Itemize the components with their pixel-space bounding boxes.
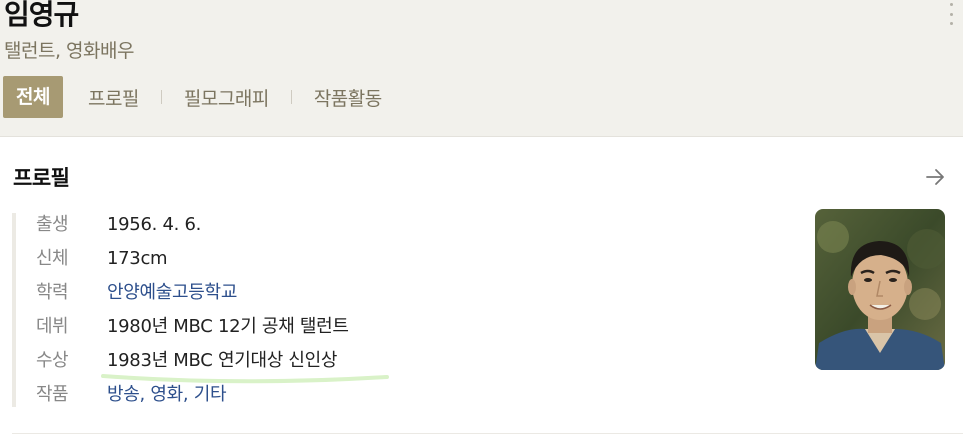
info-value: 1956. 4. 6.: [107, 214, 202, 235]
more-options-icon[interactable]: [944, 2, 958, 26]
person-name: 임영규: [4, 0, 79, 31]
info-key: 작품: [36, 384, 69, 405]
tab-bar: 전체 프로필 필모그래피 작품활동: [3, 76, 382, 118]
info-key: 데뷔: [36, 316, 69, 337]
tab-divider: [290, 90, 292, 104]
info-side-bar: [12, 213, 16, 407]
tab-works[interactable]: 작품활동: [314, 84, 382, 111]
person-header: 임영규 탤런트, 영화배우 전체 프로필 필모그래피 작품활동: [0, 0, 963, 137]
education-link[interactable]: 안양예술고등학교: [107, 276, 237, 310]
info-value: 173cm: [107, 248, 168, 269]
tab-all[interactable]: 전체: [3, 76, 63, 118]
info-key: 출생: [36, 214, 69, 235]
section-divider: [12, 433, 963, 434]
info-key: 수상: [36, 350, 69, 371]
tab-profile[interactable]: 프로필: [88, 84, 139, 111]
info-value: 1983년 MBC 연기대상 신인상: [107, 350, 338, 371]
info-value: 1980년 MBC 12기 공채 탤런트: [107, 316, 349, 337]
arrow-right-icon[interactable]: [924, 166, 946, 188]
profile-section-title[interactable]: 프로필: [13, 164, 70, 192]
works-links[interactable]: 방송, 영화, 기타: [107, 378, 227, 412]
tab-divider: [160, 90, 162, 104]
person-occupation: 탤런트, 영화배우: [4, 40, 134, 62]
info-key: 신체: [36, 248, 69, 269]
tab-filmography[interactable]: 필모그래피: [184, 84, 269, 111]
profile-photo[interactable]: [815, 209, 945, 370]
info-key: 학력: [36, 282, 69, 303]
